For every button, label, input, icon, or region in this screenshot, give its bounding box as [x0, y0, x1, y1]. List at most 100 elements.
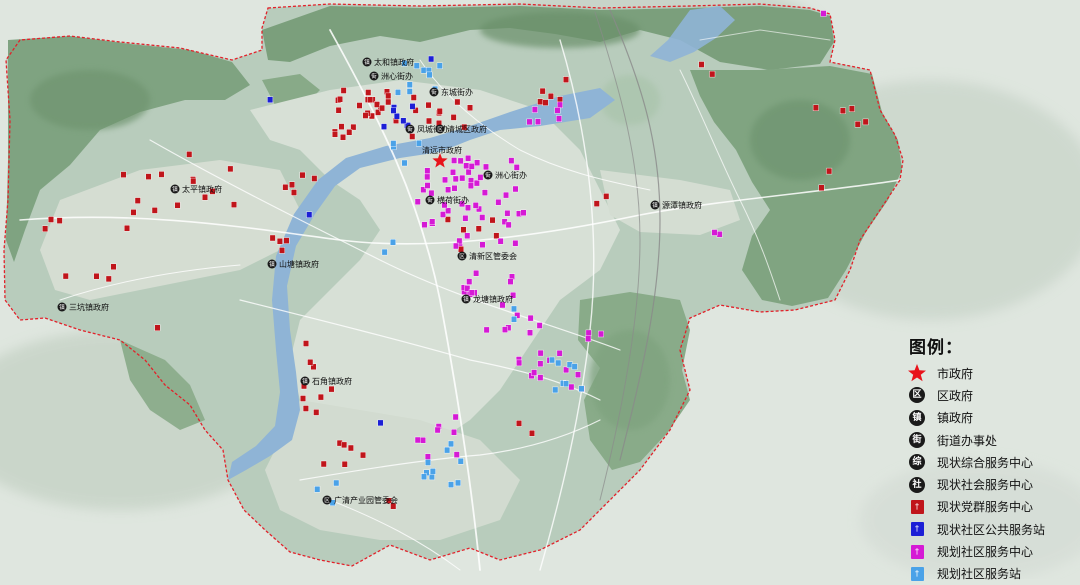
planned-community-station-marker[interactable] — [426, 71, 433, 79]
existing-party-center-marker[interactable] — [154, 324, 161, 331]
planned-community-center-marker[interactable] — [451, 429, 457, 436]
existing-party-center-marker[interactable] — [230, 201, 237, 208]
existing-public-station-marker[interactable] — [381, 123, 387, 130]
planned-community-center-marker[interactable] — [531, 369, 538, 376]
existing-party-center-marker[interactable] — [328, 385, 335, 393]
existing-party-center-marker[interactable] — [151, 207, 158, 214]
planned-community-center-marker[interactable] — [537, 349, 544, 357]
existing-party-center-marker[interactable] — [379, 104, 385, 112]
planned-community-station-marker[interactable] — [578, 385, 585, 392]
existing-party-center-marker[interactable] — [365, 89, 372, 96]
existing-party-center-marker[interactable] — [426, 117, 432, 125]
planned-community-center-marker[interactable] — [537, 374, 544, 381]
existing-party-center-marker[interactable] — [467, 104, 473, 111]
existing-party-center-marker[interactable] — [338, 123, 345, 130]
existing-party-center-marker[interactable] — [335, 106, 342, 114]
existing-party-center-marker[interactable] — [120, 171, 127, 178]
planned-community-center-marker[interactable] — [527, 329, 533, 336]
existing-party-center-marker[interactable] — [460, 226, 467, 233]
existing-party-center-marker[interactable] — [291, 189, 297, 196]
planned-community-station-marker[interactable] — [552, 386, 559, 394]
existing-party-center-marker[interactable] — [826, 167, 833, 175]
existing-party-center-marker[interactable] — [356, 102, 363, 109]
existing-party-center-marker[interactable] — [539, 87, 546, 95]
existing-party-center-marker[interactable] — [475, 225, 482, 233]
planned-community-center-marker[interactable] — [585, 335, 592, 342]
existing-party-center-marker[interactable] — [410, 94, 417, 101]
existing-party-center-marker[interactable] — [145, 173, 152, 180]
planned-community-station-marker[interactable] — [429, 468, 436, 475]
planned-community-center-marker[interactable] — [465, 168, 472, 176]
existing-party-center-marker[interactable] — [493, 232, 500, 239]
planned-community-center-marker[interactable] — [457, 157, 464, 165]
planned-community-center-marker[interactable] — [483, 326, 490, 334]
planned-community-center-marker[interactable] — [424, 173, 431, 181]
planned-community-center-marker[interactable] — [424, 167, 431, 174]
existing-party-center-marker[interactable] — [299, 171, 306, 179]
existing-party-center-marker[interactable] — [340, 134, 346, 141]
planned-community-center-marker[interactable] — [512, 240, 519, 247]
existing-party-center-marker[interactable] — [593, 200, 600, 207]
planned-community-center-marker[interactable] — [481, 189, 488, 196]
planned-community-station-marker[interactable] — [555, 359, 562, 367]
existing-party-center-marker[interactable] — [158, 171, 165, 178]
planned-community-center-marker[interactable] — [472, 202, 479, 209]
planned-community-center-marker[interactable] — [598, 330, 604, 338]
existing-party-center-marker[interactable] — [450, 114, 457, 121]
existing-party-center-marker[interactable] — [276, 238, 283, 245]
planned-community-center-marker[interactable] — [463, 162, 470, 170]
existing-party-center-marker[interactable] — [818, 184, 825, 192]
existing-party-center-marker[interactable] — [347, 444, 354, 452]
existing-party-center-marker[interactable] — [709, 70, 716, 78]
planned-community-station-marker[interactable] — [381, 248, 388, 256]
planned-community-center-marker[interactable] — [513, 164, 520, 171]
existing-party-center-marker[interactable] — [279, 247, 285, 254]
existing-party-center-marker[interactable] — [848, 105, 855, 112]
planned-community-station-marker[interactable] — [549, 356, 555, 364]
planned-community-center-marker[interactable] — [474, 159, 481, 166]
planned-community-center-marker[interactable] — [497, 237, 504, 245]
planned-community-center-marker[interactable] — [527, 314, 534, 322]
existing-party-center-marker[interactable] — [436, 107, 443, 115]
existing-party-center-marker[interactable] — [698, 61, 705, 68]
existing-party-center-marker[interactable] — [110, 263, 117, 270]
existing-party-center-marker[interactable] — [48, 216, 54, 223]
existing-party-center-marker[interactable] — [42, 225, 49, 233]
planned-community-station-marker[interactable] — [444, 446, 451, 454]
existing-party-center-marker[interactable] — [489, 216, 496, 224]
planned-community-station-marker[interactable] — [390, 238, 396, 246]
existing-party-center-marker[interactable] — [303, 340, 309, 347]
planned-community-center-marker[interactable] — [462, 215, 469, 222]
planned-community-station-marker[interactable] — [571, 363, 578, 370]
planned-community-station-marker[interactable] — [413, 62, 420, 69]
existing-party-center-marker[interactable] — [340, 87, 347, 94]
planned-community-center-marker[interactable] — [535, 118, 541, 125]
existing-party-center-marker[interactable] — [529, 430, 535, 437]
existing-party-center-marker[interactable] — [62, 272, 69, 280]
existing-party-center-marker[interactable] — [174, 202, 181, 209]
existing-party-center-marker[interactable] — [130, 209, 137, 216]
planned-community-station-marker[interactable] — [314, 486, 321, 493]
planned-community-station-marker[interactable] — [406, 88, 413, 95]
existing-party-center-marker[interactable] — [557, 96, 563, 103]
planned-community-center-marker[interactable] — [414, 198, 421, 206]
existing-party-center-marker[interactable] — [362, 112, 369, 119]
planned-community-station-marker[interactable] — [448, 481, 454, 488]
existing-public-station-marker[interactable] — [409, 103, 416, 110]
existing-party-center-marker[interactable] — [282, 183, 289, 191]
existing-party-center-marker[interactable] — [300, 395, 306, 402]
existing-party-center-marker[interactable] — [337, 95, 343, 103]
planned-community-station-marker[interactable] — [420, 66, 427, 74]
existing-party-center-marker[interactable] — [269, 234, 276, 242]
existing-public-station-marker[interactable] — [428, 55, 435, 63]
planned-community-center-marker[interactable] — [452, 175, 459, 183]
existing-party-center-marker[interactable] — [134, 197, 141, 204]
planned-community-center-marker[interactable] — [483, 163, 489, 171]
existing-party-center-marker[interactable] — [289, 181, 295, 189]
existing-party-center-marker[interactable] — [307, 359, 314, 366]
existing-party-center-marker[interactable] — [542, 99, 549, 106]
planned-community-center-marker[interactable] — [507, 278, 514, 285]
planned-community-station-marker[interactable] — [448, 440, 454, 448]
existing-party-center-marker[interactable] — [190, 177, 197, 185]
planned-community-station-marker[interactable] — [511, 316, 517, 323]
